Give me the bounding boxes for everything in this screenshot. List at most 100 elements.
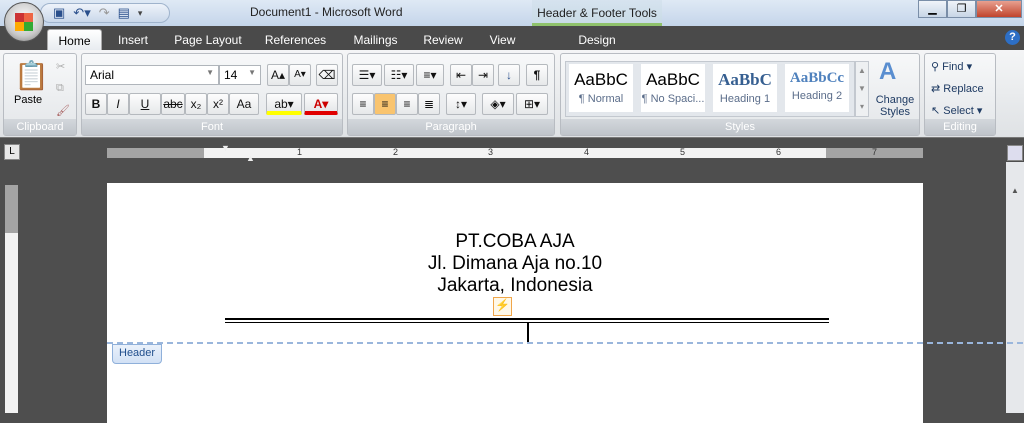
- subscript-button[interactable]: x₂: [185, 93, 207, 115]
- tab-view[interactable]: View: [480, 29, 525, 50]
- tab-design[interactable]: Design: [562, 29, 632, 50]
- increase-indent-button[interactable]: ⇥: [472, 64, 494, 86]
- paste-button[interactable]: Paste: [14, 94, 42, 106]
- font-size-combo[interactable]: 14 ▼: [219, 65, 261, 85]
- shrink-font-button[interactable]: A▾: [289, 64, 311, 86]
- view-ruler-icon[interactable]: [1007, 145, 1023, 161]
- replace-label: Replace: [943, 83, 984, 95]
- style-sample: AaBbC: [646, 70, 700, 89]
- binoculars-icon: ⚲: [931, 61, 943, 73]
- align-right-button[interactable]: ≡: [396, 93, 418, 115]
- italic-button[interactable]: I: [107, 93, 129, 115]
- ruler-number: 2: [393, 147, 399, 157]
- first-line-indent-marker[interactable]: ▼: [221, 143, 230, 153]
- scroll-up-icon[interactable]: ▲: [1006, 186, 1024, 195]
- header-boundary: [107, 342, 1023, 344]
- minimize-button[interactable]: ▁: [918, 0, 947, 18]
- bullets-button[interactable]: ☰▾: [352, 64, 382, 86]
- copy-icon[interactable]: ⧉: [56, 82, 64, 95]
- style-name: Heading 1: [719, 93, 771, 105]
- style-name: ¶ Normal: [578, 93, 624, 105]
- undo-icon[interactable]: ↶▾: [73, 5, 90, 21]
- tab-review[interactable]: Review: [418, 29, 468, 50]
- save-icon[interactable]: ▣: [53, 5, 65, 21]
- styles-group: AaBbC ¶ Normal AaBbC ¶ No Spaci... AaBbC He…: [560, 53, 920, 136]
- office-button[interactable]: [4, 2, 44, 42]
- vertical-ruler[interactable]: [5, 185, 18, 413]
- hanging-indent-marker[interactable]: ▲: [246, 153, 255, 163]
- editing-label: Editing: [925, 119, 995, 135]
- select-button[interactable]: ↖ Select ▾: [931, 104, 982, 117]
- clear-formatting-icon[interactable]: ⌫: [316, 64, 338, 86]
- style-no-spacing[interactable]: AaBbC ¶ No Spaci...: [641, 64, 705, 112]
- ribbon-tabs: Home Insert Page Layout References Maili…: [0, 26, 1024, 50]
- style-sample: AaBbC: [574, 70, 628, 89]
- change-case-button[interactable]: Aa: [229, 93, 259, 115]
- header-line-city[interactable]: Jakarta, Indonesia: [107, 275, 923, 297]
- window-title: Document1 - Microsoft Word: [250, 5, 403, 19]
- clipboard-label: Clipboard: [4, 119, 76, 135]
- title-bar: ▣ ↶▾ ↷ ▤ ▾ Document1 - Microsoft Word He…: [0, 0, 1024, 26]
- close-button[interactable]: ✕: [976, 0, 1022, 18]
- restore-button[interactable]: ❐: [947, 0, 976, 18]
- find-button[interactable]: ⚲ Find ▾: [931, 60, 972, 73]
- paste-icon[interactable]: 📋: [14, 59, 49, 92]
- header-double-rule: [225, 318, 829, 320]
- header-line-address[interactable]: Jl. Dimana Aja no.10: [107, 253, 923, 275]
- ruler-number: 5: [680, 147, 686, 157]
- tab-page-layout[interactable]: Page Layout: [168, 29, 248, 50]
- ruler-number: 6: [776, 147, 782, 157]
- horizontal-ruler[interactable]: 1 2 3 4 5 6 7 ▼ ▲: [107, 143, 923, 163]
- paragraph-label: Paragraph: [348, 119, 554, 135]
- change-styles-icon: A: [879, 58, 897, 85]
- strikethrough-button[interactable]: abc: [161, 93, 185, 115]
- style-normal[interactable]: AaBbC ¶ Normal: [569, 64, 633, 112]
- customize-qat-icon[interactable]: ▾: [138, 8, 143, 19]
- superscript-button[interactable]: x²: [207, 93, 229, 115]
- help-icon[interactable]: ?: [1005, 30, 1020, 45]
- document-page[interactable]: PT.COBA AJA Jl. Dimana Aja no.10 Jakarta…: [107, 183, 923, 423]
- tab-references[interactable]: References: [258, 29, 333, 50]
- sort-button[interactable]: ↓: [498, 64, 520, 86]
- borders-button[interactable]: ⊞▾: [516, 93, 548, 115]
- vertical-scrollbar[interactable]: ▲: [1006, 162, 1024, 413]
- header-line-company[interactable]: PT.COBA AJA: [107, 231, 923, 253]
- tab-mailings[interactable]: Mailings: [343, 29, 408, 50]
- format-painter-icon[interactable]: 🖌: [56, 104, 70, 117]
- tab-insert[interactable]: Insert: [108, 29, 158, 50]
- decrease-indent-button[interactable]: ⇤: [450, 64, 472, 86]
- multilevel-list-button[interactable]: ≡▾: [416, 64, 444, 86]
- tab-home[interactable]: Home: [47, 29, 102, 50]
- font-name-value: Arial: [90, 68, 115, 82]
- show-formatting-button[interactable]: ¶: [526, 64, 548, 86]
- style-name: ¶ No Spaci...: [641, 93, 705, 105]
- change-styles-button[interactable]: Change Styles: [873, 94, 917, 118]
- line-spacing-button[interactable]: ↕▾: [446, 93, 476, 115]
- shading-button[interactable]: ◈▾: [482, 93, 514, 115]
- paragraph-group: ☰▾ ☷▾ ≡▾ ⇤ ⇥ ↓ ¶ ≡ ≡ ≡ ≣ ↕▾ ◈▾ ⊞▾ Paragr…: [347, 53, 555, 136]
- ruler-number: 3: [488, 147, 494, 157]
- redo-icon[interactable]: ↷: [99, 5, 110, 21]
- style-heading-1[interactable]: AaBbC Heading 1: [713, 64, 777, 112]
- justify-button[interactable]: ≣: [418, 93, 440, 115]
- grow-font-button[interactable]: A▴: [267, 64, 289, 86]
- cursor-icon: ↖: [931, 105, 944, 117]
- align-left-button[interactable]: ≡: [352, 93, 374, 115]
- align-center-button[interactable]: ≡: [374, 93, 396, 115]
- font-group: Arial ▼ 14 ▼ A▴ A▾ ⌫ B I U abc x₂ x² Aa ab…: [81, 53, 343, 136]
- numbering-button[interactable]: ☷▾: [384, 64, 414, 86]
- ribbon: 📋 Paste ✂ ⧉ 🖌 Clipboard Arial ▼ 14 ▼ A▴ A▾…: [0, 50, 1024, 138]
- print-preview-icon[interactable]: ▤: [118, 5, 130, 21]
- replace-button[interactable]: ⇄ Replace: [931, 82, 984, 95]
- autocorrect-options-icon[interactable]: ⚡: [493, 297, 512, 316]
- style-heading-2[interactable]: AaBbCc Heading 2: [785, 64, 849, 112]
- cut-icon[interactable]: ✂: [56, 60, 65, 73]
- underline-button[interactable]: U: [129, 93, 161, 115]
- font-name-combo[interactable]: Arial ▼: [85, 65, 219, 85]
- styles-scroll[interactable]: ▲ ▼ ▾: [855, 61, 869, 117]
- font-color-button[interactable]: A▾: [304, 93, 338, 115]
- bold-button[interactable]: B: [85, 93, 107, 115]
- tab-selector[interactable]: L: [4, 144, 20, 160]
- style-name: Heading 2: [791, 90, 843, 102]
- highlight-button[interactable]: ab▾: [266, 93, 302, 115]
